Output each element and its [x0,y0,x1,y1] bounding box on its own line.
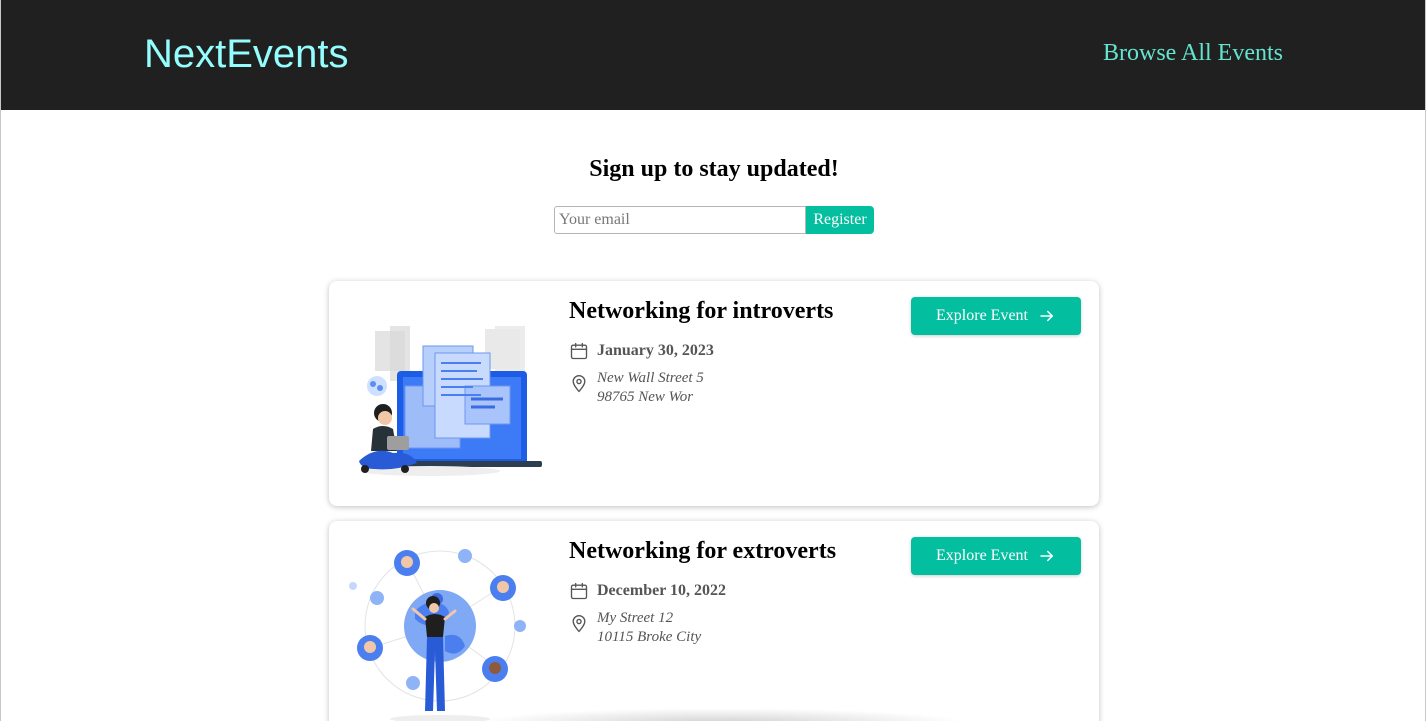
location-pin-icon [572,615,586,633]
arrow-right-icon [1040,310,1053,322]
arrow-right-icon [1040,550,1053,562]
scroll-shadow [471,708,971,721]
browse-all-events-link[interactable]: Browse All Events [1103,38,1283,68]
event-date: December 10, 2022 [597,582,726,599]
event-address: My Street 12 10115 Broke City [597,609,701,647]
event-address-row: New Wall Street 5 98765 New Wor [569,369,704,407]
explore-event-button[interactable]: Explore Event [911,537,1081,575]
event-address: New Wall Street 5 98765 New Wor [597,369,704,407]
main-header: NextEvents Browse All Events [1,0,1425,110]
signup-title: Sign up to stay updated! [589,156,839,182]
explore-event-button[interactable]: Explore Event [911,297,1081,335]
explore-event-label: Explore Event [936,307,1028,324]
newsletter-form: Register [554,206,874,234]
event-title: Networking for introverts [569,298,834,324]
address-line-2: 10115 Broke City [597,629,702,645]
event-card: Networking for extroverts December 10, 2… [329,521,1099,721]
browser-viewport: NextEvents Browse All Events Sign up to … [0,0,1426,721]
event-title: Networking for extroverts [569,538,837,564]
logo-link[interactable]: NextEvents [144,30,349,78]
event-date-row: December 10, 2022 [569,581,726,601]
calendar-icon [570,342,588,360]
event-date-row: January 30, 2023 [569,341,714,361]
email-input[interactable] [554,206,806,234]
address-line-2: 98765 New Wor [597,389,694,405]
calendar-icon [570,582,588,600]
global-network-illustration [349,549,526,721]
event-card: Networking for introverts January 30, 20… [329,281,1099,506]
address-line-1: New Wall Street 5 [597,370,704,386]
event-date: January 30, 2023 [597,342,714,359]
location-pin-icon [572,375,586,393]
event-address-row: My Street 12 10115 Broke City [569,609,701,647]
explore-event-label: Explore Event [936,547,1028,564]
remote-work-illustration [359,326,542,476]
register-button[interactable]: Register [806,206,874,234]
address-line-1: My Street 12 [597,610,674,626]
